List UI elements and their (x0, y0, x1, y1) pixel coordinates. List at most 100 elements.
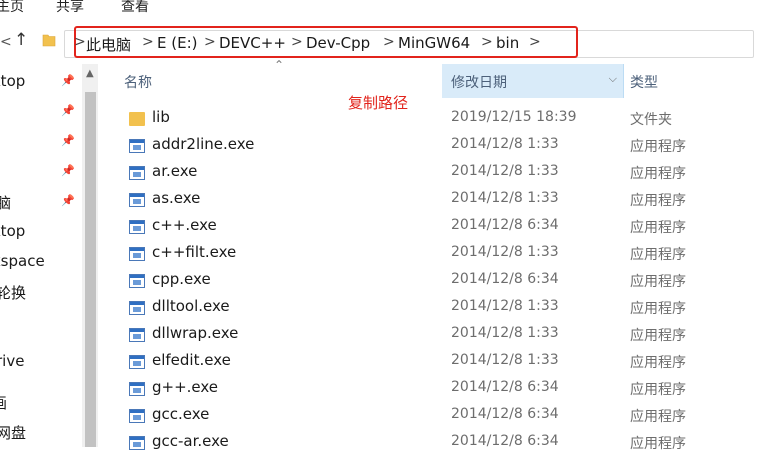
file-name: elfedit.exe (152, 351, 231, 369)
breadcrumb-separator-icon[interactable]: > (142, 34, 154, 50)
file-date: 2014/12/8 1:33 (451, 244, 559, 260)
file-type: 应用程序 (630, 220, 686, 236)
file-row[interactable]: gcc.exe 2014/12/8 6:34 应用程序 (120, 403, 758, 430)
exe-icon (129, 220, 145, 234)
breadcrumb-this-pc[interactable]: 此电脑 (86, 34, 131, 55)
file-row[interactable]: dlltool.exe 2014/12/8 1:33 应用程序 (120, 295, 758, 322)
file-type: 应用程序 (630, 409, 686, 425)
exe-icon (129, 166, 145, 180)
nav-item-onedrive[interactable]: rive (0, 352, 24, 370)
exe-icon (129, 355, 145, 369)
file-row[interactable]: as.exe 2014/12/8 1:33 应用程序 (120, 187, 758, 214)
file-date: 2014/12/8 1:33 (451, 163, 559, 179)
chevron-down-icon[interactable]: ⌵ (609, 72, 617, 86)
breadcrumb-mingw64[interactable]: MinGW64 (398, 34, 470, 52)
folder-icon (42, 34, 56, 47)
exe-icon (129, 301, 145, 315)
file-row[interactable]: elfedit.exe 2014/12/8 1:33 应用程序 (120, 349, 758, 376)
column-header-type[interactable]: 类型 (630, 72, 658, 92)
pin-icon[interactable]: 📌 (61, 104, 75, 117)
up-arrow-icon[interactable]: ↑ (14, 30, 28, 50)
file-type: 应用程序 (630, 328, 686, 344)
file-date: 2014/12/8 1:33 (451, 325, 559, 341)
breadcrumb-separator-icon[interactable]: > (481, 34, 493, 50)
breadcrumb-dev-cpp[interactable]: Dev-Cpp (306, 34, 370, 52)
file-date: 2014/12/8 6:34 (451, 379, 559, 395)
file-row[interactable]: dllwrap.exe 2014/12/8 1:33 应用程序 (120, 322, 758, 349)
column-header-date[interactable]: 修改日期 (451, 72, 507, 92)
file-row[interactable]: ar.exe 2014/12/8 1:33 应用程序 (120, 160, 758, 187)
ribbon: 主页 共享 查看 (0, 0, 758, 20)
file-type: 应用程序 (630, 436, 686, 452)
exe-icon (129, 274, 145, 288)
file-type: 应用程序 (630, 274, 686, 290)
file-name: gcc-ar.exe (152, 432, 229, 450)
file-row[interactable]: cpp.exe 2014/12/8 6:34 应用程序 (120, 268, 758, 295)
breadcrumb-separator-icon[interactable]: > (291, 34, 303, 50)
file-row[interactable]: lib 2019/12/15 18:39 文件夹 (120, 106, 758, 133)
file-date: 2014/12/8 1:33 (451, 136, 559, 152)
breadcrumb-separator-icon[interactable]: > (74, 34, 86, 50)
breadcrumb-bin[interactable]: bin (496, 34, 519, 52)
nav-item-desktop-2[interactable]: ktop (0, 222, 25, 240)
exe-icon (129, 409, 145, 423)
file-type: 应用程序 (630, 301, 686, 317)
pin-icon[interactable]: 📌 (61, 164, 75, 177)
exe-icon (129, 193, 145, 207)
file-date: 2014/12/8 6:34 (451, 406, 559, 422)
scroll-up-icon[interactable]: ▲ (86, 68, 94, 79)
breadcrumb-separator-icon[interactable]: > (529, 34, 541, 50)
file-type: 应用程序 (630, 139, 686, 155)
ribbon-tab-home[interactable]: 主页 (0, 0, 24, 16)
file-row[interactable]: c++.exe 2014/12/8 6:34 应用程序 (120, 214, 758, 241)
exe-icon (129, 247, 145, 261)
file-date: 2014/12/8 1:33 (451, 352, 559, 368)
file-name: dllwrap.exe (152, 324, 239, 342)
breadcrumb-drive-e[interactable]: E (E:) (157, 34, 197, 52)
file-name: c++.exe (152, 216, 217, 234)
file-type: 应用程序 (630, 193, 686, 209)
exe-icon (129, 139, 145, 153)
file-type: 应用程序 (630, 355, 686, 371)
nav-item-netdisk[interactable]: 网盘 (0, 422, 26, 443)
nav-item-desktop[interactable]: ktop (0, 72, 25, 90)
folder-icon (129, 112, 145, 126)
column-header-name[interactable]: 名称 (124, 72, 152, 92)
file-name: addr2line.exe (152, 135, 255, 153)
file-name: cpp.exe (152, 270, 211, 288)
breadcrumb-separator-icon[interactable]: > (204, 34, 216, 50)
nav-item-wheel[interactable]: 轮换 (0, 282, 26, 303)
back-icon[interactable]: < (0, 34, 12, 50)
pin-icon[interactable]: 📌 (61, 74, 75, 87)
file-name: c++filt.exe (152, 243, 237, 261)
file-date: 2014/12/8 6:34 (451, 217, 559, 233)
breadcrumb-separator-icon[interactable]: > (383, 34, 395, 50)
exe-icon (129, 382, 145, 396)
file-name: lib (152, 108, 170, 126)
file-date: 2014/12/8 1:33 (451, 298, 559, 314)
pin-icon[interactable]: 📌 (61, 134, 75, 147)
scrollbar-thumb[interactable] (85, 92, 96, 447)
file-row[interactable]: g++.exe 2014/12/8 6:34 应用程序 (120, 376, 758, 403)
nav-item-this-pc[interactable]: 脑 (0, 192, 11, 213)
breadcrumb-devc[interactable]: DEVC++ (219, 34, 286, 52)
exe-icon (129, 436, 145, 450)
file-row[interactable]: c++filt.exe 2014/12/8 1:33 应用程序 (120, 241, 758, 268)
file-row[interactable]: gcc-ar.exe 2014/12/8 6:34 应用程序 (120, 430, 758, 457)
file-date: 2014/12/8 6:34 (451, 271, 559, 287)
file-type: 应用程序 (630, 166, 686, 182)
file-name: as.exe (152, 189, 201, 207)
file-date: 2019/12/15 18:39 (451, 109, 577, 125)
nav-item-gallery[interactable]: 画 (0, 392, 7, 413)
file-row[interactable]: addr2line.exe 2014/12/8 1:33 应用程序 (120, 133, 758, 160)
file-date: 2014/12/8 1:33 (451, 190, 559, 206)
file-type: 应用程序 (630, 382, 686, 398)
file-name: g++.exe (152, 378, 219, 396)
ribbon-tab-view[interactable]: 查看 (121, 0, 149, 16)
ribbon-tab-share[interactable]: 共享 (56, 0, 84, 16)
pin-icon[interactable]: 📌 (61, 194, 75, 207)
file-name: gcc.exe (152, 405, 210, 423)
file-type: 文件夹 (630, 112, 672, 128)
file-name: dlltool.exe (152, 297, 230, 315)
nav-item-workspace[interactable]: kspace (0, 252, 45, 270)
